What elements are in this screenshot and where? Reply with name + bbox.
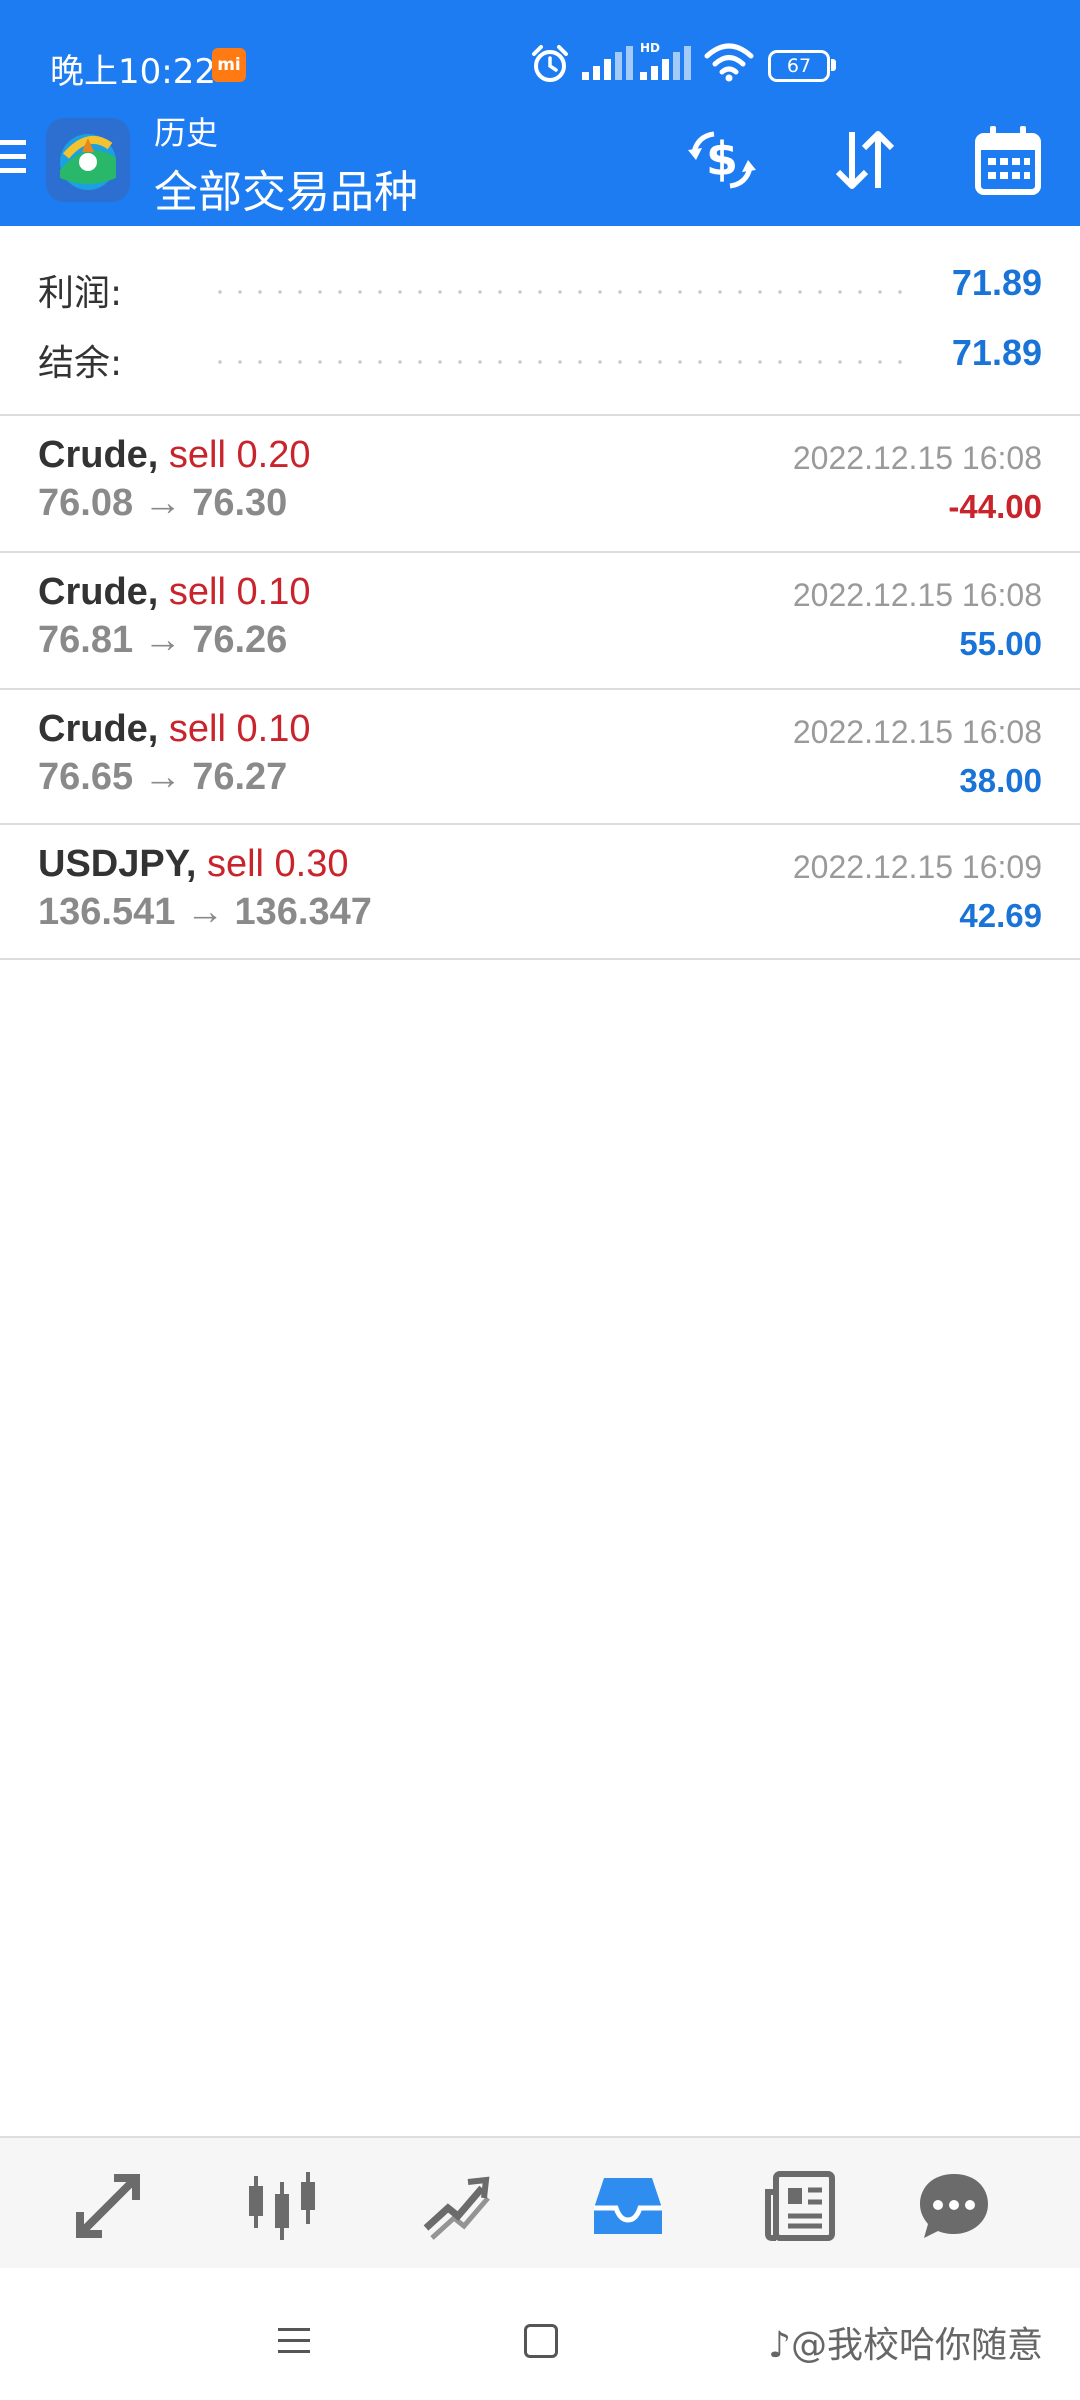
trade-profit: 55.00 xyxy=(959,625,1042,662)
system-nav-bar: ♪@我校哈你随意 xyxy=(0,2268,1080,2400)
alarm-icon xyxy=(532,45,568,82)
profit-label: 利润: xyxy=(38,273,123,314)
trade-icon xyxy=(423,2176,490,2240)
history-inbox-icon xyxy=(594,2178,662,2234)
menu-icon[interactable] xyxy=(0,140,28,180)
trade-side: sell 0.20 xyxy=(168,434,311,476)
trade-time: 2022.12.15 16:09 xyxy=(792,849,1042,885)
trade-profit: 38.00 xyxy=(959,762,1042,799)
arrow-icon: → xyxy=(185,891,224,933)
calendar-button[interactable] xyxy=(968,120,1048,200)
nav-quotes[interactable] xyxy=(70,2168,146,2244)
app-header: 晚上10:22 mi HD 67 历史 全部交易品种 $ xyxy=(0,0,1080,226)
quotes-icon xyxy=(76,2174,140,2238)
nav-chat[interactable] xyxy=(916,2168,992,2244)
chart-candles-icon xyxy=(249,2172,315,2240)
trade-side: sell 0.30 xyxy=(206,843,349,885)
arrow-icon: → xyxy=(143,756,182,798)
status-bar: 晚上10:22 mi HD 67 xyxy=(0,0,1080,110)
open-price: 136.541 xyxy=(38,891,176,933)
trade-row[interactable]: Crude, sell 0.10 76.81 → 76.26 2022.12.1… xyxy=(0,553,1080,686)
currency-exchange-button[interactable]: $ xyxy=(682,120,762,200)
trade-symbol: USDJPY, xyxy=(38,843,197,885)
signal-hd-icon: HD xyxy=(640,41,691,80)
calendar-icon xyxy=(975,126,1041,195)
svg-text:$: $ xyxy=(706,132,738,186)
mi-badge: mi xyxy=(212,48,246,82)
trade-symbol: Crude, xyxy=(38,708,159,750)
signal-icon xyxy=(582,46,633,80)
chat-icon xyxy=(920,2174,988,2238)
close-price: 136.347 xyxy=(234,891,372,933)
nav-news[interactable] xyxy=(762,2168,838,2244)
bottom-nav xyxy=(0,2136,1080,2270)
balance-row: 结余: 71.89 xyxy=(0,326,1080,386)
nav-chart[interactable] xyxy=(244,2168,320,2244)
open-price: 76.08 xyxy=(38,482,134,524)
battery-tip xyxy=(831,59,836,71)
close-price: 76.30 xyxy=(192,482,288,524)
trade-symbol: Crude, xyxy=(38,434,159,476)
close-price: 76.27 xyxy=(192,756,288,798)
trade-time: 2022.12.15 16:08 xyxy=(792,577,1042,613)
dotted-leader xyxy=(210,290,908,294)
status-time: 晚上10:22 xyxy=(50,52,216,92)
trade-time: 2022.12.15 16:08 xyxy=(792,714,1042,750)
currency-exchange-icon: $ xyxy=(688,131,756,189)
network-badge-text: HD xyxy=(640,41,660,55)
page-title[interactable]: 全部交易品种 xyxy=(154,156,418,220)
open-price: 76.81 xyxy=(38,619,134,661)
close-price: 76.26 xyxy=(192,619,288,661)
profit-row: 利润: 71.89 xyxy=(0,256,1080,316)
battery-icon: 67 xyxy=(768,50,830,82)
arrow-icon: → xyxy=(143,619,182,661)
nav-history[interactable] xyxy=(590,2168,666,2244)
watermark: ♪@我校哈你随意 xyxy=(768,2325,1043,2366)
sort-icon xyxy=(835,131,895,189)
trade-profit: 42.69 xyxy=(959,897,1042,934)
trade-profit: -44.00 xyxy=(948,488,1042,525)
trade-side: sell 0.10 xyxy=(168,571,311,613)
news-icon xyxy=(765,2171,835,2241)
balance-label: 结余: xyxy=(38,343,123,384)
profit-value: 71.89 xyxy=(951,262,1042,303)
trade-row[interactable]: Crude, sell 0.20 76.08 → 76.30 2022.12.1… xyxy=(0,416,1080,549)
balance-value: 71.89 xyxy=(951,332,1042,373)
page-subtitle: 历史 xyxy=(154,114,219,152)
trade-time: 2022.12.15 16:08 xyxy=(792,440,1042,476)
trade-side: sell 0.10 xyxy=(168,708,311,750)
app-logo-icon xyxy=(46,118,130,202)
dotted-leader xyxy=(210,360,908,364)
sort-button[interactable] xyxy=(824,120,904,200)
home-icon[interactable] xyxy=(524,2324,558,2358)
arrow-icon: → xyxy=(143,482,182,524)
trade-row[interactable]: USDJPY, sell 0.30 136.541 → 136.347 2022… xyxy=(0,825,1080,958)
trade-row[interactable]: Crude, sell 0.10 76.65 → 76.27 2022.12.1… xyxy=(0,690,1080,823)
trade-symbol: Crude, xyxy=(38,571,159,613)
divider xyxy=(0,958,1080,960)
wifi-icon xyxy=(704,43,754,82)
open-price: 76.65 xyxy=(38,756,134,798)
recent-apps-icon[interactable] xyxy=(278,2328,310,2361)
nav-trade[interactable] xyxy=(418,2168,494,2244)
